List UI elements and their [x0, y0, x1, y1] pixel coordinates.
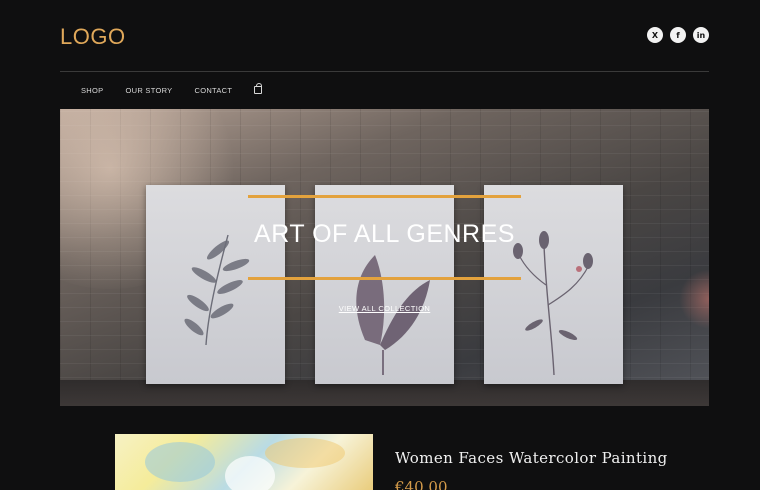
shopping-bag-icon[interactable]: [254, 82, 263, 94]
canvas-leaf: [315, 185, 454, 384]
canvas-branch: [146, 185, 285, 384]
flower-illustration: [513, 231, 593, 376]
product-price: €40.00: [395, 478, 448, 490]
main-nav: SHOP OUR STORY CONTACT: [81, 82, 263, 95]
canvas-flower: [484, 185, 623, 384]
logo[interactable]: LOGO: [60, 24, 126, 50]
paint-blot: [265, 438, 345, 468]
hero-title: ART OF ALL GENRES: [254, 220, 515, 248]
nav-item-shop[interactable]: SHOP: [81, 86, 103, 95]
product-title[interactable]: Women Faces Watercolor Painting: [395, 449, 668, 467]
leaf-illustration: [356, 255, 430, 375]
branch-illustration: [184, 234, 250, 346]
linkedin-icon[interactable]: in: [693, 27, 709, 43]
hero-accent-bar-bottom: [248, 277, 521, 280]
nav-item-contact[interactable]: CONTACT: [194, 86, 232, 95]
nav-item-our-story[interactable]: OUR STORY: [125, 86, 172, 95]
social-links: X f in: [647, 27, 709, 43]
paint-blot: [145, 442, 215, 482]
view-all-collection-link[interactable]: VIEW ALL COLLECTION: [60, 304, 709, 313]
product-image[interactable]: [115, 434, 373, 490]
x-icon[interactable]: X: [647, 27, 663, 43]
paint-blot: [225, 456, 275, 490]
facebook-icon[interactable]: f: [670, 27, 686, 43]
hero-banner: ART OF ALL GENRES VIEW ALL COLLECTION: [60, 109, 709, 406]
header-divider: [60, 71, 709, 72]
hero-accent-bar-top: [248, 195, 521, 198]
